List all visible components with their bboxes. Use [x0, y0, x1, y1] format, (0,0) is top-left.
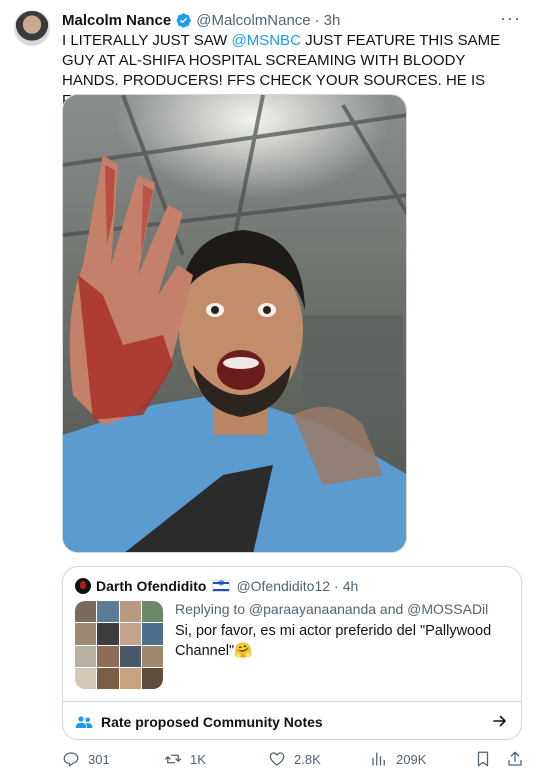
reply-count: 301	[88, 751, 110, 767]
quoted-author-name[interactable]: Darth Ofendidito	[96, 578, 206, 594]
views-count: 209K	[396, 751, 427, 767]
like-count: 2.8K	[294, 751, 321, 767]
quoted-author-handle[interactable]: @Ofendidito12	[236, 578, 330, 594]
tweet-actions: 301 1K 2.8K 209K	[62, 750, 522, 772]
views-icon	[372, 752, 385, 766]
quoted-media-collage[interactable]	[75, 601, 163, 689]
people-icon	[75, 715, 93, 728]
quoted-header: Darth Ofendidito @Ofendidito12 · 4h	[75, 577, 358, 595]
quoted-text: Si, por favor, es mi actor preferido del…	[175, 623, 492, 659]
mention-link[interactable]: @MSNBC	[232, 32, 301, 49]
rate-community-notes-button[interactable]: Rate proposed Community Notes	[63, 701, 521, 739]
tweet: Malcolm Nance @MalcolmNance · 3h ··· I L…	[0, 0, 537, 781]
community-notes-label: Rate proposed Community Notes	[101, 713, 323, 730]
author-name[interactable]: Malcolm Nance	[62, 12, 171, 29]
share-icon	[508, 751, 522, 766]
separator-dot: ·	[334, 578, 339, 594]
verified-badge-icon	[176, 12, 191, 28]
tweet-text-part1: I LITERALLY JUST SAW	[62, 32, 232, 49]
tweet-time[interactable]: 3h	[324, 12, 341, 29]
tweet-header: Malcolm Nance @MalcolmNance · 3h	[62, 10, 517, 30]
quoted-tweet[interactable]: Darth Ofendidito @Ofendidito12 · 4h Repl…	[62, 566, 522, 740]
quoted-time[interactable]: 4h	[343, 578, 359, 594]
more-options-icon[interactable]: ···	[500, 8, 521, 29]
reply-user-link[interactable]: @MOSSADil	[407, 601, 488, 617]
separator-dot: ·	[314, 11, 320, 29]
repost-button[interactable]: 1K	[164, 750, 206, 768]
like-button[interactable]: 2.8K	[268, 750, 321, 768]
heart-icon	[269, 752, 285, 766]
views-button[interactable]: 209K	[370, 750, 426, 768]
author-handle[interactable]: @MalcolmNance	[196, 12, 310, 29]
arrow-right-icon	[493, 715, 506, 727]
repost-count: 1K	[190, 751, 206, 767]
share-button[interactable]	[506, 750, 524, 768]
reply-user-link[interactable]: @paraayanaananda	[249, 601, 376, 617]
israel-flag-icon	[212, 579, 231, 592]
reply-button[interactable]: 301	[62, 750, 110, 768]
author-avatar[interactable]	[14, 10, 50, 46]
replying-to: Replying to @paraayanaananda and @MOSSAD…	[175, 601, 488, 617]
replying-and: and	[376, 601, 408, 617]
replying-prefix: Replying to	[175, 601, 249, 617]
bookmark-icon	[477, 751, 489, 767]
tweet-media-image[interactable]	[62, 94, 407, 553]
bookmark-button[interactable]	[474, 750, 492, 768]
repost-icon	[164, 754, 182, 764]
reply-icon	[63, 752, 79, 767]
selfie-photo	[63, 95, 406, 552]
quoted-avatar[interactable]	[75, 578, 91, 594]
